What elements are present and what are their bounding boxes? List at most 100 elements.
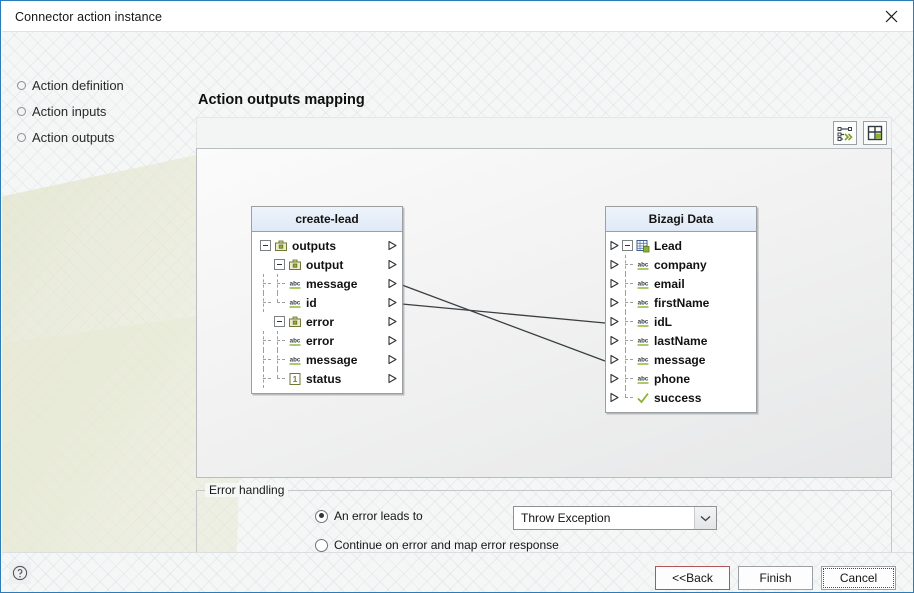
radio-continue-on-error[interactable]: Continue on error and map error response [315, 538, 559, 552]
tree-node-company[interactable]: abc company [606, 255, 756, 274]
tree-node-email[interactable]: abc email [606, 274, 756, 293]
abc-icon: abc [637, 375, 649, 384]
tree-node-label: success [654, 390, 702, 405]
dialog-footer: <<Back Finish Cancel [2, 552, 913, 592]
node-port[interactable] [387, 240, 398, 251]
tree-node-phone[interactable]: abc phone [606, 369, 756, 388]
node-port[interactable] [387, 335, 398, 346]
svg-text:abc: abc [638, 375, 649, 382]
node-port[interactable] [387, 373, 398, 384]
tree-guide [622, 350, 636, 369]
node-port[interactable] [387, 259, 398, 270]
svg-text:abc: abc [638, 318, 649, 325]
tree-node-id[interactable]: abc id [252, 293, 402, 312]
sidebar-item-action-definition[interactable]: Action definition [17, 72, 187, 98]
radio-label: An error leads to [334, 509, 423, 523]
tree-node-idl[interactable]: abc idL [606, 312, 756, 331]
source-tree-rows: outputs output abc message abc id error abc erro… [252, 232, 402, 393]
tree-node-firstname[interactable]: abc firstName [606, 293, 756, 312]
node-port[interactable] [609, 297, 620, 308]
sidebar-item-action-outputs[interactable]: Action outputs [17, 124, 187, 150]
error-handling-group: An error leads to Continue on error and … [196, 490, 892, 552]
auto-map-icon[interactable] [833, 121, 857, 145]
sidebar-item-label: Action definition [32, 77, 124, 93]
tree-expander-icon[interactable] [622, 240, 633, 251]
sidebar-item-action-inputs[interactable]: Action inputs [17, 98, 187, 124]
mapping-canvas[interactable]: create-lead outputs output abc message abc id… [196, 148, 892, 478]
svg-text:1: 1 [293, 375, 298, 384]
abc-icon: abc [289, 337, 301, 346]
tree-node-success[interactable]: success [606, 388, 756, 407]
tree-node-message[interactable]: abc message [252, 350, 402, 369]
svg-text:abc: abc [290, 337, 301, 344]
tree-guide [274, 350, 288, 369]
error-action-dropdown[interactable]: Throw Exception [513, 506, 717, 530]
tree-node-label: outputs [292, 238, 336, 253]
tree-node-message[interactable]: abc message [606, 350, 756, 369]
tree-node-status[interactable]: 1 status [252, 369, 402, 388]
title-bar: Connector action instance [2, 2, 913, 32]
node-port[interactable] [387, 316, 398, 327]
back-button[interactable]: <<Back [655, 566, 730, 590]
tree-indent [260, 350, 274, 369]
target-tree-panel: Bizagi Data Lead abc company abc email abc fir… [605, 206, 757, 413]
tree-indent [260, 331, 274, 350]
tree-indent [260, 274, 274, 293]
tree-guide [274, 331, 288, 350]
svg-text:abc: abc [638, 337, 649, 344]
help-icon[interactable] [9, 562, 31, 584]
node-port[interactable] [387, 354, 398, 365]
close-icon[interactable] [869, 2, 913, 31]
wizard-steps-nav: Action definition Action inputs Action o… [17, 72, 187, 150]
tree-node-error[interactable]: abc error [252, 331, 402, 350]
abc-icon: abc [637, 337, 649, 346]
node-port[interactable] [609, 373, 620, 384]
node-port[interactable] [609, 392, 620, 403]
tree-node-lastname[interactable]: abc lastName [606, 331, 756, 350]
node-port[interactable] [609, 259, 620, 270]
radio-an-error-leads-to[interactable]: An error leads to [315, 509, 423, 523]
abc-icon: abc [289, 280, 301, 289]
radio-button-icon[interactable] [315, 538, 328, 552]
node-port[interactable] [387, 297, 398, 308]
step-bullet-icon [17, 132, 26, 142]
node-port[interactable] [609, 278, 620, 289]
svg-text:abc: abc [290, 280, 301, 287]
step-bullet-icon [17, 80, 26, 90]
abc-icon: abc [637, 299, 649, 308]
node-port[interactable] [609, 354, 620, 365]
entity-icon [636, 239, 650, 252]
tree-node-label: email [654, 276, 685, 291]
finish-button[interactable]: Finish [738, 566, 813, 590]
tree-indent [260, 369, 274, 388]
tree-node-label: message [654, 352, 706, 367]
sidebar-item-label: Action inputs [32, 103, 107, 119]
target-tree-rows: Lead abc company abc email abc firstName abc idL… [606, 232, 756, 412]
node-port[interactable] [609, 316, 620, 327]
mapping-toolbar [196, 117, 892, 148]
tree-node-error[interactable]: error [252, 312, 402, 331]
source-tree-panel: create-lead outputs output abc message abc id… [251, 206, 403, 394]
tree-expander-icon[interactable] [274, 316, 285, 327]
radio-button-icon[interactable] [315, 509, 328, 523]
tree-expander-icon[interactable] [274, 259, 285, 270]
node-port[interactable] [609, 240, 620, 251]
abc-icon: abc [637, 318, 649, 327]
tree-node-outputs[interactable]: outputs [252, 236, 402, 255]
tree-node-lead[interactable]: Lead [606, 236, 756, 255]
tree-expander-icon[interactable] [260, 240, 271, 251]
node-port[interactable] [609, 335, 620, 346]
tree-node-message[interactable]: abc message [252, 274, 402, 293]
window-title: Connector action instance [15, 10, 163, 24]
tree-node-output[interactable]: output [252, 255, 402, 274]
tree-guide [622, 293, 636, 312]
tree-guide [622, 388, 636, 407]
chevron-down-icon[interactable] [694, 507, 716, 529]
expand-collapse-icon[interactable] [863, 121, 887, 145]
node-port[interactable] [387, 278, 398, 289]
cancel-button[interactable]: Cancel [821, 566, 896, 590]
tree-guide [622, 274, 636, 293]
tree-node-label: firstName [654, 295, 710, 310]
target-panel-title: Bizagi Data [606, 207, 756, 232]
source-panel-title: create-lead [252, 207, 402, 232]
